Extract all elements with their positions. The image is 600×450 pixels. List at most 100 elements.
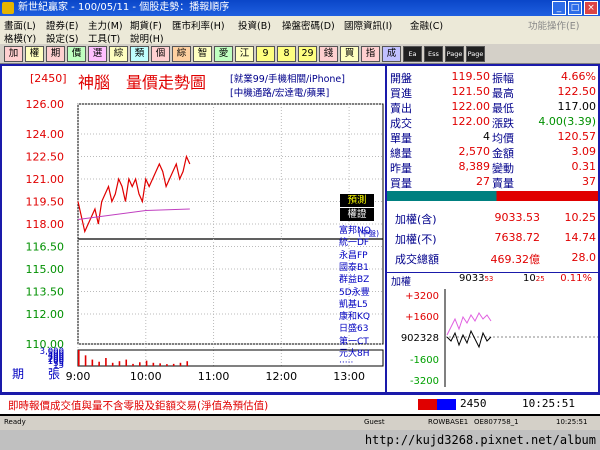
toolbar-button-16[interactable]: 買 (340, 46, 359, 62)
volume-bar (91, 359, 94, 366)
toolbar-button-6[interactable]: 類 (130, 46, 149, 62)
quote-panel: 開盤 119.50 振幅 4.66% 買進 121.50 最高 122.50 賣出 122.00 最… (339, 64, 600, 394)
toolbar-button-11[interactable]: 江 (235, 46, 254, 62)
quote-value-2: 4.00(3.39) (538, 115, 596, 128)
toolbar-button-21[interactable]: Page (445, 46, 464, 62)
menu-main-force[interactable]: 主力(M) (88, 18, 123, 32)
index-value: 7638.72 (494, 231, 541, 244)
price-tick-label: 115.00 (26, 263, 65, 276)
quote-row: 開盤 119.50 振幅 4.66% (387, 70, 600, 85)
toolbar-button-18[interactable]: 成 (382, 46, 401, 62)
toolbar-button-20[interactable]: Ess (424, 46, 443, 62)
warrant-item[interactable]: 富邦NQ (339, 223, 371, 236)
menu-help[interactable]: 說明(H) (130, 31, 164, 45)
toolbar-button-22[interactable]: Page (466, 46, 485, 62)
warrant-item[interactable]: 永昌FP (339, 248, 368, 261)
mini-change: 1025 (523, 273, 545, 284)
index-label: 成交總額 (395, 253, 439, 266)
quote-label-2: 賣量 (492, 177, 514, 190)
quote-value: 122.00 (451, 115, 491, 128)
menu-tools[interactable]: 工具(T) (88, 31, 120, 45)
price-tick-label: 122.50 (26, 151, 65, 164)
warrant-item[interactable]: 國泰B1 (339, 260, 369, 273)
mini-tick-label: -3200 (410, 376, 439, 387)
menu-intl-info[interactable]: 國際資訊(I) (344, 18, 392, 32)
quote-label-2: 振幅 (492, 72, 514, 85)
menu-trade-code[interactable]: 操盤密碼(D) (282, 18, 335, 32)
menu-functions[interactable]: 功能操作(E) (528, 18, 579, 32)
menu-forex[interactable]: 匯市利率(H) (172, 18, 225, 32)
toolbar-button-3[interactable]: 價 (67, 46, 86, 62)
toolbar-button-5[interactable]: 綜 (109, 46, 128, 62)
toolbar-button-7[interactable]: 個 (151, 46, 170, 62)
warrant-item[interactable]: 日盛63 (339, 321, 368, 334)
status-time: 10:25:51 (556, 418, 588, 426)
toolbar-button-13[interactable]: 8 (277, 46, 296, 62)
quote-row: 單量 4 均價 120.57 (387, 130, 600, 145)
mini-tick-label: 902328 (401, 333, 439, 344)
price-tick-label: 121.00 (26, 173, 65, 186)
toolbar-button-4[interactable]: 選 (88, 46, 107, 62)
quote-value-2: 0.31 (571, 160, 597, 173)
warrant-item[interactable]: 凱基L5 (339, 297, 368, 310)
lots-label: 張 (48, 367, 60, 381)
toolbar-button-8[interactable]: 綜 (172, 46, 191, 62)
mini-index-value: 9033 (459, 273, 485, 284)
volume-bar (98, 361, 100, 366)
warrant-item[interactable]: 元大8H (339, 346, 370, 359)
clock: 10:25:51 (522, 397, 575, 410)
warrant-item[interactable]: 群益BZ (339, 272, 369, 285)
menu-invest[interactable]: 投資(B) (238, 18, 271, 32)
warrant-label[interactable]: 權證 (340, 208, 374, 221)
menu-futures[interactable]: 期貨(F) (130, 18, 162, 32)
menu-finance[interactable]: 金融(C) (410, 18, 443, 32)
index-row: 加權(含) 9033.53 10.25 (387, 211, 600, 226)
title-bar: 新世紀贏家 - 100/05/11 - 個股走勢：播報順序 (0, 0, 600, 16)
quote-value-2: 3.09 (571, 145, 597, 158)
close-button[interactable]: × (584, 1, 598, 15)
quote-value: 2,570 (458, 145, 491, 158)
toolbar-button-17[interactable]: 指 (361, 46, 380, 62)
warrant-item[interactable]: ‧‧‧‧‧ (339, 358, 353, 368)
minimize-button[interactable]: _ (552, 1, 566, 15)
mini-index-decimal: 53 (484, 275, 494, 283)
code-input[interactable]: 2450 (460, 397, 487, 410)
toolbar-button-2[interactable]: 期 (46, 46, 65, 62)
app-icon (2, 2, 14, 14)
warrant-item[interactable]: 統一DF (339, 235, 369, 248)
price-volume-chart: [2450] 神腦 量價走勢圖 [就業99/手機相關/iPhone] [中機通路… (0, 64, 385, 394)
warrant-item[interactable]: 5D永豐 (339, 285, 370, 298)
maximize-button[interactable]: □ (568, 1, 582, 15)
menu-securities[interactable]: 證券(E) (46, 18, 78, 32)
warrant-item[interactable]: 第一CT (339, 334, 369, 347)
menu-screen[interactable]: 畫面(L) (4, 18, 36, 32)
quote-label-2: 最高 (492, 87, 514, 100)
toolbar-button-12[interactable]: 9 (256, 46, 275, 62)
quote-label-2: 金額 (492, 147, 514, 160)
toolbar-button-10[interactable]: 愛 (214, 46, 233, 62)
time-tick-label: 10:00 (130, 370, 162, 383)
menu-layout[interactable]: 格模(Y) (4, 31, 36, 45)
index-value: 9033.53 (494, 211, 541, 224)
predict-label[interactable]: 預測 (340, 194, 374, 207)
menu-settings[interactable]: 設定(S) (46, 31, 78, 45)
index-label: 加權(不) (395, 233, 437, 246)
toolbar-button-1[interactable]: 權 (25, 46, 44, 62)
toolbar-button-14[interactable]: 29 (298, 46, 317, 62)
warrant-item[interactable]: 康和KQ (339, 309, 370, 322)
mini-index-line-2 (446, 329, 492, 349)
price-tick-label: 119.50 (26, 196, 65, 209)
quote-value: 119.50 (451, 70, 491, 83)
mini-tick-label: +3200 (405, 291, 439, 302)
status-session: OE807758_1 (474, 418, 519, 426)
notice-text: 即時報價成交值與量不含零股及鉅額交易(淨值為預估值) (8, 400, 269, 412)
toolbar-button-9[interactable]: 智 (193, 46, 212, 62)
toolbar-button-15[interactable]: 錢 (319, 46, 338, 62)
volume-bar (159, 363, 161, 366)
price-tick-label: 126.00 (26, 98, 65, 111)
price-tick-label: 112.00 (26, 308, 65, 321)
toolbar-button-19[interactable]: Ea (403, 46, 422, 62)
toolbar-button-0[interactable]: 加 (4, 46, 23, 62)
quote-label-2: 最低 (492, 102, 514, 115)
quote-row: 成交 122.00 漲跌 4.00(3.39) (387, 115, 600, 130)
